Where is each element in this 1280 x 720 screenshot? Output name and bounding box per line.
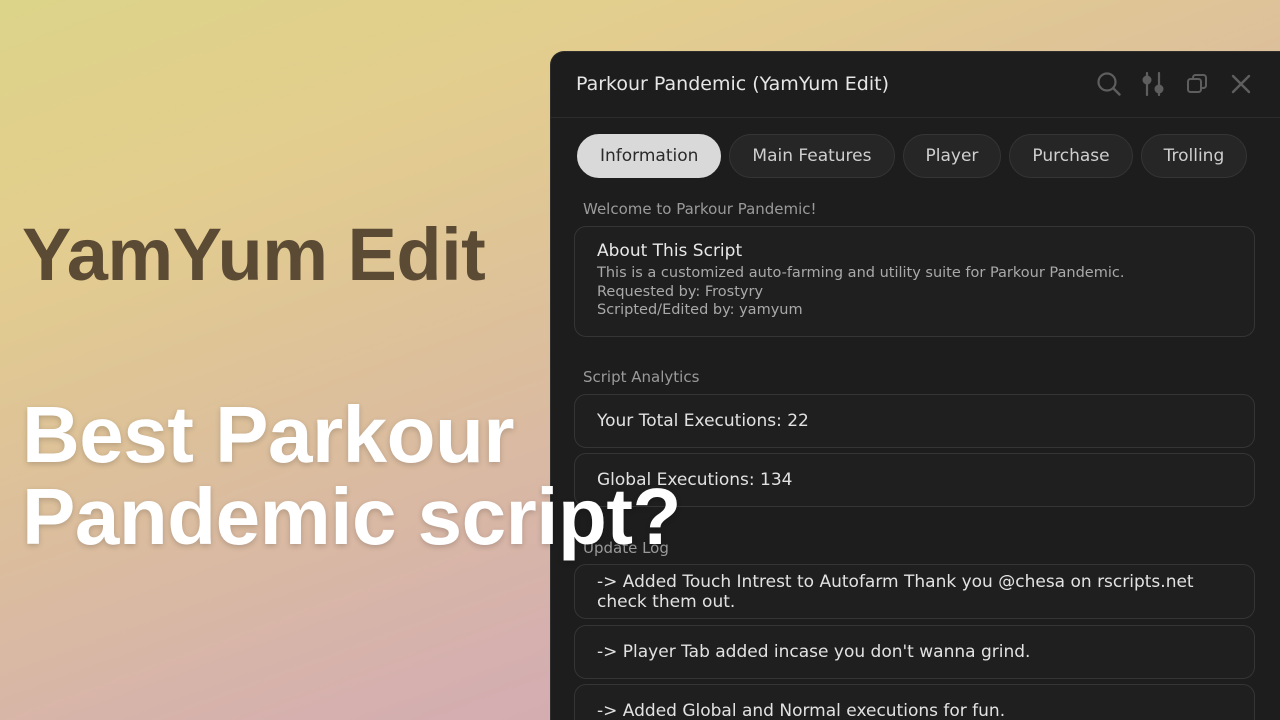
update-log-entry-text: -> Added Touch Intrest to Autofarm Thank… [597, 571, 1194, 592]
tab-player[interactable]: Player [902, 134, 1002, 178]
update-log-entry: -> Added Global and Normal executions fo… [574, 684, 1255, 720]
thumbnail-headline: Best Parkour Pandemic script? [22, 394, 681, 558]
tab-trolling[interactable]: Trolling [1140, 134, 1248, 178]
welcome-section-label: Welcome to Parkour Pandemic! [583, 200, 817, 218]
about-description: This is a customized auto-farming and ut… [597, 265, 1125, 281]
update-log-entry-text: -> Player Tab added incase you don't wan… [597, 642, 1031, 662]
script-window: Parkour Pandemic (YamYum Edit) Informati… [550, 51, 1280, 720]
update-log-entry-text-cont: check them out. [597, 591, 736, 612]
thumbnail-headline-line1: Best Parkour [22, 390, 514, 479]
about-card-title: About This Script [597, 241, 743, 261]
update-log-entry-text: -> Added Global and Normal executions fo… [597, 701, 1006, 720]
window-title: Parkour Pandemic (YamYum Edit) [576, 73, 889, 95]
thumbnail-subtitle: YamYum Edit [22, 213, 486, 296]
restore-icon[interactable] [1183, 70, 1211, 98]
thumbnail-headline-line2: Pandemic script? [22, 472, 681, 561]
update-log-entry: -> Added Touch Intrest to Autofarm Thank… [574, 564, 1255, 619]
tab-bar: Information Main Features Player Purchas… [577, 134, 1248, 178]
about-card: About This Script This is a customized a… [574, 226, 1255, 337]
close-icon[interactable] [1227, 70, 1255, 98]
settings-sliders-icon[interactable] [1139, 70, 1167, 98]
about-scripted-by: Scripted/Edited by: yamyum [597, 302, 803, 318]
tab-purchase[interactable]: Purchase [1009, 134, 1133, 178]
search-icon[interactable] [1095, 70, 1123, 98]
about-requested-by: Requested by: Frostyry [597, 283, 764, 300]
tab-information[interactable]: Information [577, 134, 722, 178]
update-log-entry: -> Player Tab added incase you don't wan… [574, 625, 1255, 679]
analytics-section-label: Script Analytics [583, 368, 700, 386]
window-titlebar: Parkour Pandemic (YamYum Edit) [551, 52, 1280, 118]
tab-main-features[interactable]: Main Features [729, 134, 895, 178]
